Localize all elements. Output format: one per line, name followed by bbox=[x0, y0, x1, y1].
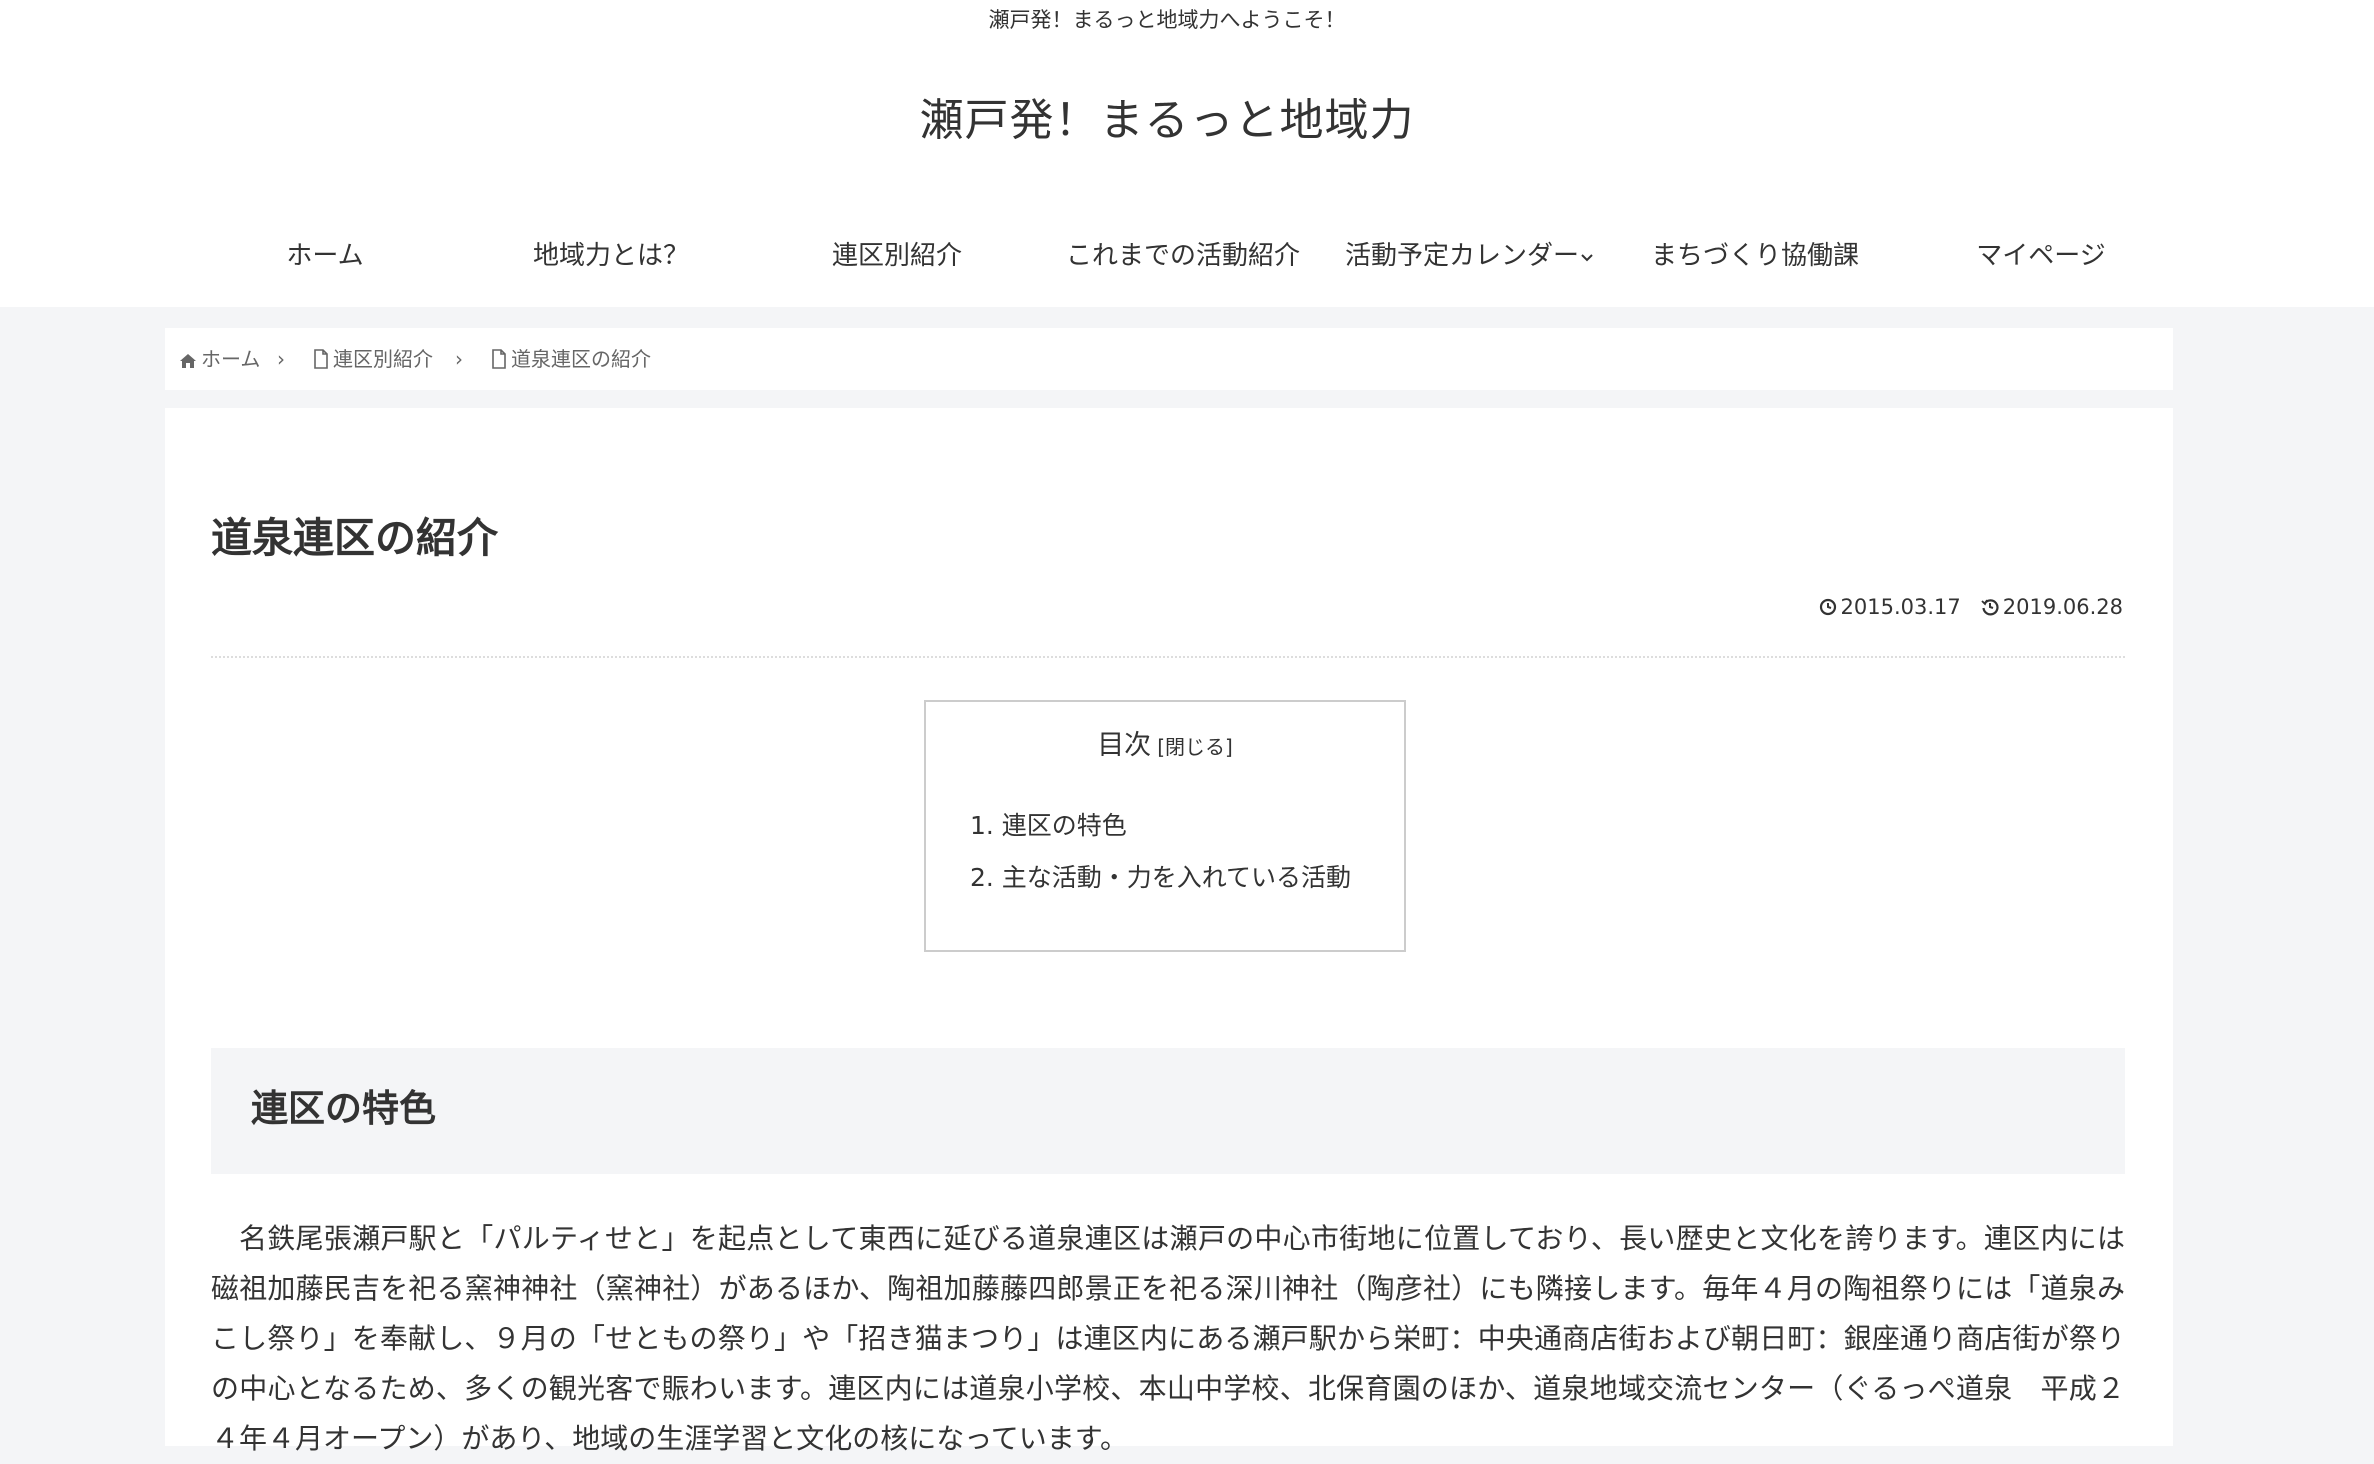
clock-icon bbox=[1819, 595, 1837, 619]
nav-item-collaboration[interactable]: まちづくり協働課 bbox=[1612, 226, 1898, 286]
posted-date: 2015.03.17 bbox=[1840, 595, 1961, 619]
breadcrumb-item-districts[interactable]: 連区別紹介 bbox=[313, 328, 433, 390]
toc-title: 目次 [閉じる] bbox=[926, 728, 1404, 765]
breadcrumb-item-home[interactable]: ホーム bbox=[179, 328, 260, 390]
updated-date: 2019.06.28 bbox=[2002, 595, 2123, 619]
breadcrumb-item-current[interactable]: 道泉連区の紹介 bbox=[491, 328, 651, 390]
home-icon bbox=[179, 347, 201, 371]
file-icon bbox=[491, 347, 511, 371]
site-tagline: 瀬戸発！まるっと地域力へようこそ！ bbox=[988, 8, 1346, 32]
title-divider bbox=[211, 656, 2125, 658]
post-dates: 2015.03.17 2019.06.28 bbox=[1819, 591, 2123, 623]
toc-item-features[interactable]: 1. 連区の特色 bbox=[970, 808, 1127, 844]
section-heading: 連区の特色 bbox=[251, 1087, 436, 1130]
nav-item-activities[interactable]: これまでの活動紹介 bbox=[1040, 226, 1326, 286]
toc-title-label: 目次 bbox=[1097, 730, 1152, 761]
global-nav: ホーム 地域力とは？ 連区別紹介 これまでの活動紹介 活動予定カレンダー まちづ… bbox=[182, 226, 2182, 286]
breadcrumb: ホーム › 連区別紹介 › 道泉連区の紹介 bbox=[165, 328, 2173, 390]
article-card: 道泉連区の紹介 2015.03.17 2019.06.28 目次 [閉じる] 1. … bbox=[165, 408, 2173, 1455]
toc-toggle-button[interactable]: [閉じる] bbox=[1157, 735, 1233, 759]
section-heading-box: 連区の特色 bbox=[211, 1048, 2125, 1174]
breadcrumb-label: 道泉連区の紹介 bbox=[511, 347, 651, 371]
file-icon bbox=[313, 347, 333, 371]
site-header: 瀬戸発！まるっと地域力へようこそ！ 瀬戸発！まるっと地域力 ホーム 地域力とは？… bbox=[0, 0, 2374, 307]
nav-item-calendar-label: 活動予定カレンダー bbox=[1344, 241, 1579, 271]
page-title: 道泉連区の紹介 bbox=[211, 514, 498, 562]
site-title[interactable]: 瀬戸発！まるっと地域力 bbox=[0, 92, 2334, 150]
history-icon bbox=[1981, 595, 1999, 619]
nav-item-calendar[interactable]: 活動予定カレンダー bbox=[1326, 226, 1612, 286]
breadcrumb-separator: › bbox=[277, 347, 285, 371]
nav-item-about[interactable]: 地域力とは？ bbox=[468, 226, 754, 286]
chevron-down-icon bbox=[1581, 227, 1593, 287]
nav-item-districts[interactable]: 連区別紹介 bbox=[754, 226, 1040, 286]
section-paragraph: 名鉄尾張瀬戸駅と「パルティせと」を起点として東西に延びる道泉連区は瀬戸の中心市街… bbox=[211, 1222, 2125, 1455]
toc-item-activities[interactable]: 2. 主な活動・力を入れている活動 bbox=[970, 860, 1351, 896]
breadcrumb-label: 連区別紹介 bbox=[333, 347, 433, 371]
nav-item-home[interactable]: ホーム bbox=[182, 226, 468, 286]
nav-item-mypage[interactable]: マイページ bbox=[1898, 226, 2184, 286]
breadcrumb-separator: › bbox=[455, 347, 463, 371]
table-of-contents: 目次 [閉じる] 1. 連区の特色 2. 主な活動・力を入れている活動 bbox=[924, 700, 1406, 952]
breadcrumb-label: ホーム bbox=[201, 347, 261, 371]
